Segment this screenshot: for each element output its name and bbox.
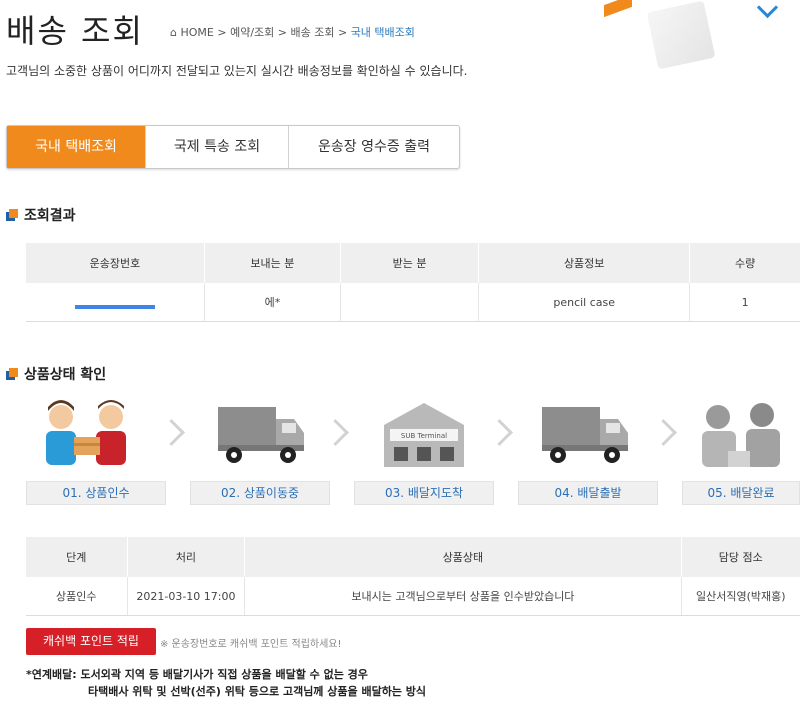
cashback-note: ※ 운송장번호로 캐쉬백 포인트 적립하세요! xyxy=(160,639,342,650)
breadcrumb: ⌂ HOME > 예약/조회 > 배송 조회 > 국내 택배조회 xyxy=(170,26,415,39)
delivered-icon xyxy=(682,395,800,473)
time-cell: 2021-03-10 17:00 xyxy=(127,577,246,616)
tab-international[interactable]: 국제 특송 조회 xyxy=(146,126,289,168)
decorative-shape xyxy=(604,0,632,18)
section-bullet-icon xyxy=(6,209,18,221)
result-table: 운송장번호 보내는 분 받는 분 상품정보 수량 에* pencil case … xyxy=(26,243,800,322)
tab-domestic[interactable]: 국내 택배조회 xyxy=(7,126,146,168)
page-subtitle: 고객님의 소중한 상품이 어디까지 전달되고 있는지 실시간 배송정보를 확인하… xyxy=(6,64,468,78)
truck-icon xyxy=(518,395,658,473)
status-cell: 보내시는 고객님으로부터 상품을 인수받았습니다 xyxy=(244,577,682,616)
table-header: 단계 처리 상품상태 담당 점소 xyxy=(26,537,800,577)
step-2: 02. 상품이동중 xyxy=(190,395,330,505)
step-5: 05. 배달완료 xyxy=(682,395,800,505)
table-row: 상품인수 2021-03-10 17:00 보내시는 고객님으로부터 상품을 인… xyxy=(26,577,800,616)
page-title: 배송 조회 xyxy=(6,12,144,50)
tab-bar: 국내 택배조회 국제 특송 조회 운송장 영수증 출력 xyxy=(6,125,460,169)
handover-icon xyxy=(26,395,166,473)
cashback-button[interactable]: 캐쉬백 포인트 적립 xyxy=(26,628,156,655)
redacted-tracking-bar xyxy=(74,304,155,309)
section-bullet-icon xyxy=(6,368,18,380)
breadcrumb-item[interactable]: 배송 조회 xyxy=(290,26,334,39)
status-table: 단계 처리 상품상태 담당 점소 상품인수 2021-03-10 17:00 보… xyxy=(26,537,800,616)
tracking-number xyxy=(26,283,205,322)
footnote-line-2: 타택배사 위탁 및 선박(선주) 위탁 등으로 고객님께 상품을 배달하는 방식 xyxy=(88,685,426,698)
decorative-cube xyxy=(646,0,716,70)
footnote-line-1: *연계배달: 도서외곽 지역 등 배달기사가 직접 상품을 배달할 수 없는 경… xyxy=(26,668,368,681)
step-label: 02. 상품이동중 xyxy=(190,481,330,505)
step-1: 01. 상품인수 xyxy=(26,395,166,505)
stage-cell: 상품인수 xyxy=(26,577,128,616)
step-3: SUB Terminal 03. 배달지도착 xyxy=(354,395,494,505)
status-heading: 상품상태 확인 xyxy=(6,364,106,384)
sender-cell: 에* xyxy=(204,283,342,322)
step-label: 01. 상품인수 xyxy=(26,481,166,505)
step-4: 04. 배달출발 xyxy=(518,395,658,505)
breadcrumb-current: 국내 택배조회 xyxy=(350,26,415,39)
step-label: 05. 배달완료 xyxy=(682,481,800,505)
tab-receipt-print[interactable]: 운송장 영수증 출력 xyxy=(289,126,459,168)
step-label: 04. 배달출발 xyxy=(518,481,658,505)
table-header: 운송장번호 보내는 분 받는 분 상품정보 수량 xyxy=(26,243,800,283)
breadcrumb-item[interactable]: 예약/조회 xyxy=(230,26,274,39)
step-label: 03. 배달지도착 xyxy=(354,481,494,505)
product-cell: pencil case xyxy=(478,283,691,322)
result-heading: 조회결과 xyxy=(6,205,76,225)
terminal-icon: SUB Terminal xyxy=(354,395,494,473)
decorative-check-icon xyxy=(756,0,779,19)
svg-text:SUB Terminal: SUB Terminal xyxy=(401,432,447,440)
branch-cell: 일산서직영(박재홍) xyxy=(681,577,800,616)
quantity-cell: 1 xyxy=(689,283,800,322)
home-icon[interactable]: ⌂ xyxy=(170,26,177,39)
table-row: 에* pencil case 1 xyxy=(26,283,800,322)
delivery-steps: 01. 상품인수 02. 상품이동중 SUB Terminal 03. 배달지도… xyxy=(26,395,800,505)
truck-icon xyxy=(190,395,330,473)
breadcrumb-home[interactable]: HOME xyxy=(180,26,213,39)
receiver-cell xyxy=(340,283,480,322)
